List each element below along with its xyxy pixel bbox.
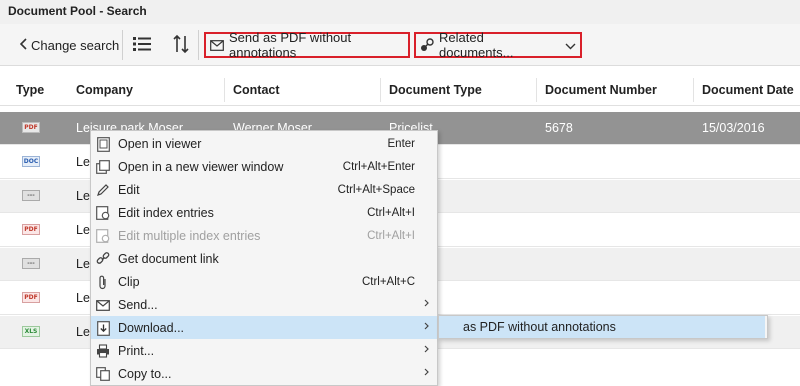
cell-document-date: 15/03/2016 [702, 121, 765, 135]
column-header-type[interactable]: Type [8, 74, 44, 106]
download-icon [95, 320, 111, 336]
menu-item-shortcut: Ctrl+Alt+Space [337, 183, 415, 196]
envelope-icon [210, 39, 224, 51]
submenu-arrow-icon [424, 322, 429, 333]
menu-item-shortcut: Ctrl+Alt+I [367, 206, 415, 219]
menu-item-label: Clip [118, 274, 140, 289]
list-view-button[interactable] [132, 33, 152, 57]
new-window-icon [95, 159, 111, 175]
menu-item-label: Edit index entries [118, 205, 214, 220]
menu-item-shortcut: Ctrl+Alt+C [361, 275, 415, 288]
toolbar: Change search Send as PDF without annota… [0, 24, 800, 66]
printer-icon [95, 343, 111, 359]
menu-item-shortcut: Enter [387, 137, 416, 150]
list-icon [132, 35, 152, 56]
xls-file-icon: XLS [22, 326, 40, 337]
menu-item-open-new-viewer-window[interactable]: Open in a new viewer window Ctrl+Alt+Ent… [91, 155, 437, 178]
toolbar-divider [198, 30, 199, 60]
menu-item-shortcut: Ctrl+Alt+I [367, 229, 415, 242]
menu-item-label: Open in viewer [118, 136, 202, 151]
chevron-down-icon [565, 38, 576, 53]
menu-item-label: Copy to... [118, 366, 172, 381]
index-multi-icon [95, 228, 111, 244]
index-icon [95, 205, 111, 221]
sort-button[interactable] [172, 33, 190, 57]
menu-item-label: Edit [118, 182, 140, 197]
menu-item-copy-to[interactable]: Copy to... [91, 362, 437, 385]
menu-item-print[interactable]: Print... [91, 339, 437, 362]
link-icon [95, 251, 111, 267]
menu-item-open-in-viewer[interactable]: Open in viewer Enter [91, 132, 437, 155]
context-menu: Open in viewer Enter Open in a new viewe… [90, 130, 438, 386]
menu-item-label: Download... [118, 320, 185, 335]
pdf-file-icon: PDF [22, 122, 40, 133]
chevron-left-icon [19, 37, 28, 53]
results-table-header: Type Company Contact Document Type Docum… [0, 74, 800, 106]
menu-item-download[interactable]: Download... [91, 316, 437, 339]
column-header-contact[interactable]: Contact [225, 74, 280, 106]
menu-item-edit-multiple-index-entries: Edit multiple index entries Ctrl+Alt+I [91, 224, 437, 247]
generic-file-icon: --- [22, 190, 40, 201]
submenu-item-pdf-without-annotations[interactable]: as PDF without annotations [439, 316, 765, 338]
menu-item-get-document-link[interactable]: Get document link [91, 247, 437, 270]
sort-arrows-icon [172, 34, 190, 57]
menu-item-shortcut: Ctrl+Alt+Enter [342, 160, 415, 173]
viewer-icon [95, 136, 111, 152]
paperclip-icon [95, 274, 111, 290]
send-pdf-label: Send as PDF without annotations [229, 30, 352, 60]
menu-item-clip[interactable]: Clip Ctrl+Alt+C [91, 270, 437, 293]
menu-item-label: Open in a new viewer window [118, 159, 284, 174]
column-header-document-number[interactable]: Document Number [537, 74, 657, 106]
menu-item-label: Edit multiple index entries [118, 228, 261, 243]
menu-item-edit-index-entries[interactable]: Edit index entries Ctrl+Alt+I [91, 201, 437, 224]
menu-item-send[interactable]: Send... [91, 293, 437, 316]
submenu-arrow-icon [424, 299, 429, 310]
menu-item-edit[interactable]: Edit Ctrl+Alt+Space [91, 178, 437, 201]
pdf-file-icon: PDF [22, 224, 40, 235]
toolbar-divider [122, 30, 123, 60]
copy-icon [95, 366, 111, 382]
related-documents-button[interactable]: Related documents... [414, 30, 582, 60]
related-documents-label: Related documents... [439, 30, 514, 60]
submenu-arrow-icon [424, 345, 429, 356]
cell-document-number: 5678 [545, 121, 573, 135]
generic-file-icon: --- [22, 258, 40, 269]
related-link-icon [420, 38, 434, 52]
submenu-arrow-icon [424, 368, 429, 379]
download-submenu: as PDF without annotations [438, 315, 768, 339]
pencil-icon [95, 182, 111, 198]
column-header-document-type[interactable]: Document Type [381, 74, 482, 106]
change-search-button[interactable]: Change search [19, 33, 120, 57]
change-search-label: Change search [31, 37, 120, 53]
menu-item-label: Print... [118, 343, 155, 358]
menu-item-label: Send... [118, 297, 158, 312]
column-header-document-date[interactable]: Document Date [694, 74, 794, 106]
window-title: Document Pool - Search [0, 0, 800, 24]
doc-file-icon: DOC [22, 156, 40, 167]
column-header-company[interactable]: Company [68, 74, 133, 106]
envelope-icon [95, 297, 111, 313]
pdf-file-icon: PDF [22, 292, 40, 303]
menu-item-label: Get document link [118, 251, 219, 266]
send-pdf-without-annotations-button[interactable]: Send as PDF without annotations [204, 30, 410, 60]
